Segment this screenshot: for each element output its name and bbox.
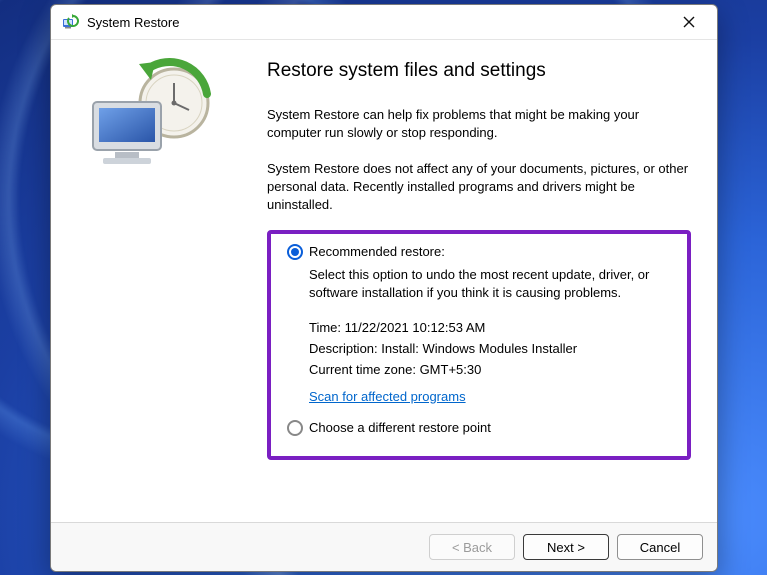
- restore-time-value: 11/22/2021 10:12:53 AM: [345, 320, 486, 335]
- cancel-button[interactable]: Cancel: [617, 534, 703, 560]
- back-button: < Back: [429, 534, 515, 560]
- left-column: [51, 40, 267, 522]
- recommended-restore-label: Recommended restore:: [309, 244, 445, 259]
- system-restore-icon: [61, 13, 79, 31]
- different-restore-option[interactable]: Choose a different restore point: [287, 420, 671, 436]
- recommended-restore-option[interactable]: Recommended restore:: [287, 244, 671, 260]
- restore-timezone: Current time zone: GMT+5:30: [309, 362, 671, 377]
- radio-recommended[interactable]: [287, 244, 303, 260]
- right-column: Restore system files and settings System…: [267, 40, 717, 522]
- different-restore-label: Choose a different restore point: [309, 420, 491, 435]
- intro-paragraph-2: System Restore does not affect any of yo…: [267, 160, 691, 214]
- close-button[interactable]: [667, 8, 711, 36]
- next-button[interactable]: Next >: [523, 534, 609, 560]
- restore-description-label: Description:: [309, 341, 378, 356]
- dialog-footer: < Back Next > Cancel: [51, 522, 717, 571]
- recommended-restore-description: Select this option to undo the most rece…: [309, 266, 671, 302]
- scan-affected-programs-link[interactable]: Scan for affected programs: [309, 389, 466, 404]
- restore-time-label: Time:: [309, 320, 341, 335]
- dialog-body: Restore system files and settings System…: [51, 40, 717, 522]
- restore-timezone-label: Current time zone:: [309, 362, 416, 377]
- system-restore-window: System Restore: [50, 4, 718, 572]
- radio-different[interactable]: [287, 420, 303, 436]
- page-title: Restore system files and settings: [267, 60, 691, 82]
- restore-timezone-value: GMT+5:30: [420, 362, 482, 377]
- intro-paragraph-1: System Restore can help fix problems tha…: [267, 106, 691, 142]
- options-highlight: Recommended restore: Select this option …: [267, 230, 691, 460]
- titlebar[interactable]: System Restore: [51, 5, 717, 40]
- restore-hero-graphic: [69, 58, 229, 178]
- restore-description: Description: Install: Windows Modules In…: [309, 341, 671, 356]
- restore-time: Time: 11/22/2021 10:12:53 AM: [309, 320, 671, 335]
- window-title: System Restore: [87, 15, 179, 30]
- restore-description-value: Install: Windows Modules Installer: [381, 341, 577, 356]
